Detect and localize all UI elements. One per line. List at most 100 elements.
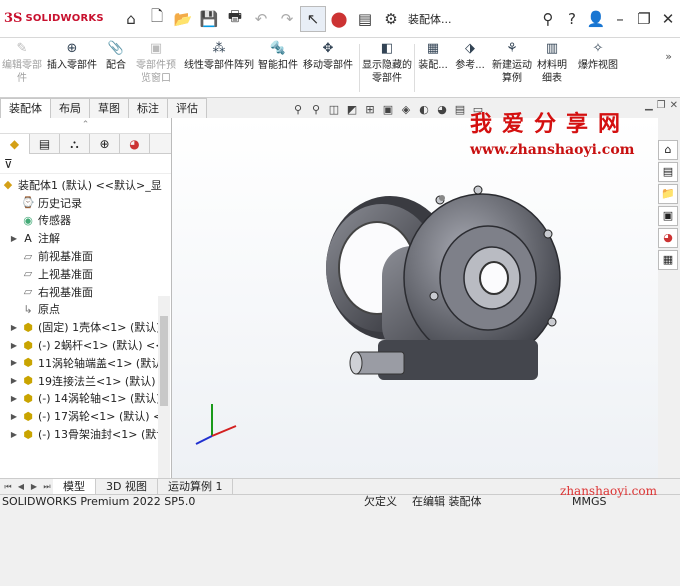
file-properties-icon[interactable]: ▤ — [352, 6, 378, 32]
search-icon[interactable]: ⚲ — [536, 6, 560, 32]
linear-pattern-button[interactable]: ⁂ 线性零部件阵列 — [182, 40, 256, 72]
tree-item[interactable]: ▶ ⬢ (固定) 1壳体<1> (默认) — [0, 318, 171, 336]
display-manager-tab-icon[interactable]: ◕ — [120, 134, 150, 154]
tab-layout[interactable]: 布局 — [50, 98, 90, 118]
bolt — [547, 317, 557, 327]
solidworks-resources-icon[interactable]: ⌂ — [658, 140, 678, 160]
panel-grip[interactable]: ⌃ — [0, 118, 171, 134]
restore-icon[interactable]: ❐ — [632, 6, 656, 32]
tree-item[interactable]: ↳ 原点 — [0, 301, 171, 319]
show-hidden-components-button[interactable]: ◧ 显示隐藏的零部件 — [362, 40, 412, 85]
tab-motion-study[interactable]: 运动算例 1 — [158, 479, 234, 494]
view-orientation-icon[interactable]: ▣ — [380, 103, 396, 116]
expand-arrow-icon[interactable]: ▶ — [8, 341, 20, 350]
tab-markup[interactable]: 标注 — [128, 98, 168, 118]
insert-component-button[interactable]: ⊕ 插入零部件 — [44, 40, 100, 72]
design-library-icon[interactable]: ▤ — [658, 162, 678, 182]
bill-of-materials-button[interactable]: ▥ 材料明细表 — [536, 40, 568, 85]
first-tab-icon[interactable]: ⏮ — [2, 481, 14, 493]
tab-model[interactable]: 模型 — [53, 479, 96, 494]
smart-fasteners-button[interactable]: 🔩 智能扣件 — [258, 40, 298, 72]
expand-arrow-icon[interactable]: ▶ — [8, 430, 20, 439]
scrollbar-thumb[interactable] — [160, 316, 168, 406]
feature-manager-tab-icon[interactable]: ◆ — [0, 134, 30, 154]
tree-item[interactable]: ▶ ⬢ (-) 2蜗杆<1> (默认) << — [0, 336, 171, 354]
home-icon[interactable]: ⌂ — [118, 6, 144, 32]
select-icon[interactable]: ↖ — [300, 5, 326, 32]
tree-item[interactable]: ▱ 右视基准面 — [0, 283, 171, 301]
next-tab-icon[interactable]: ▶ — [28, 481, 40, 493]
tree-item[interactable]: ▱ 上视基准面 — [0, 265, 171, 283]
minimize-icon[interactable]: – — [608, 6, 632, 32]
hide-show-items-icon[interactable]: ◐ — [416, 103, 432, 116]
apply-scene-icon[interactable]: ▤ — [452, 103, 468, 116]
print-icon[interactable]: 🖶 — [222, 6, 248, 32]
gear-icon[interactable]: ⚙ — [378, 6, 404, 32]
expand-arrow-icon[interactable]: ▶ — [8, 323, 20, 332]
help-icon[interactable]: ? — [560, 6, 584, 32]
display-style-icon[interactable]: ◈ — [398, 103, 414, 116]
tab-assembly[interactable]: 装配体 — [0, 98, 51, 118]
watermark-url: www.zhanshaoyi.com — [470, 142, 635, 158]
user-icon[interactable]: 👤 — [584, 6, 608, 32]
open-icon[interactable]: 📂 — [170, 6, 196, 32]
dimxpert-tab-icon[interactable]: ⊕ — [90, 134, 120, 154]
expand-arrow-icon[interactable]: ▶ — [8, 358, 20, 367]
section-view-icon[interactable]: ◩ — [344, 103, 360, 116]
appearances-icon[interactable]: ◕ — [658, 228, 678, 248]
tree-item[interactable]: ▱ 前视基准面 — [0, 247, 171, 265]
save-icon[interactable]: 💾 — [196, 6, 222, 32]
tree-filter[interactable]: ⊽ — [0, 154, 171, 174]
mate-button[interactable]: 📎 配合 — [102, 40, 130, 72]
tab-evaluate[interactable]: 评估 — [167, 98, 207, 118]
view-palette-icon[interactable]: ▣ — [658, 206, 678, 226]
expand-arrow-icon[interactable]: ▶ — [8, 234, 20, 243]
expand-arrow-icon[interactable]: ▶ — [8, 376, 20, 385]
dynamic-annotation-icon[interactable]: ⊞ — [362, 103, 378, 116]
tree-item[interactable]: ▶ ⬢ (-) 17涡轮<1> (默认) < — [0, 407, 171, 425]
reference-geometry-button[interactable]: ⬗ 参考... — [452, 40, 488, 72]
previous-view-icon[interactable]: ◫ — [326, 103, 342, 116]
viewport-close-icon[interactable]: ✕ — [670, 100, 678, 111]
zoom-area-icon[interactable]: ⚲ — [308, 103, 324, 116]
assembly-features-button[interactable]: ▦ 装配... — [416, 40, 450, 72]
tab-3d-view[interactable]: 3D 视图 — [96, 479, 158, 494]
ribbon-collapse-icon[interactable]: » — [665, 50, 672, 63]
expand-arrow-icon[interactable]: ▶ — [8, 394, 20, 403]
graphics-area[interactable] — [172, 118, 658, 478]
tree-item[interactable]: ⌚ 历史记录 — [0, 194, 171, 212]
tree-item[interactable]: ▶ ⬢ (-) 14涡轮轴<1> (默认) — [0, 390, 171, 408]
configuration-manager-tab-icon[interactable]: ⛬ — [60, 134, 90, 154]
new-motion-study-label: 新建运动算例 — [492, 60, 532, 84]
tree-scrollbar[interactable] — [158, 296, 170, 586]
close-icon[interactable]: ✕ — [656, 6, 680, 32]
zoom-to-fit-icon[interactable]: ⚲ — [290, 103, 306, 116]
traffic-light-icon[interactable]: ⬤ — [326, 6, 352, 32]
viewport-minimize-icon[interactable]: ▁ — [645, 100, 653, 111]
new-icon[interactable]: 🗋 — [144, 6, 170, 32]
viewport-restore-icon[interactable]: ❐ — [657, 100, 666, 111]
tree-item[interactable]: ◉ 传感器 — [0, 212, 171, 230]
edit-appearance-icon[interactable]: ◕ — [434, 103, 450, 116]
move-component-button[interactable]: ✥ 移动零部件 — [300, 40, 356, 72]
file-explorer-icon[interactable]: 📁 — [658, 184, 678, 204]
property-manager-tab-icon[interactable]: ▤ — [30, 134, 60, 154]
redo-icon[interactable]: ↷ — [274, 6, 300, 32]
prev-tab-icon[interactable]: ◀ — [15, 481, 27, 493]
tree-item[interactable]: ▶ ⬢ (-) 13骨架油封<1> (默认 — [0, 425, 171, 443]
tree-root[interactable]: ◆ 装配体1 (默认) <<默认>_显 — [0, 176, 171, 194]
exploded-view-button[interactable]: ✧ 爆炸视图 — [574, 40, 622, 72]
custom-properties-icon[interactable]: ▦ — [658, 250, 678, 270]
edit-component-button[interactable]: ✎ 编辑零部件 — [2, 40, 42, 85]
last-tab-icon[interactable]: ⏭ — [41, 481, 53, 493]
solidworks-logo[interactable]: 3S SOLIDWORKS — [0, 11, 118, 26]
new-motion-study-button[interactable]: ⚘ 新建运动算例 — [492, 40, 532, 85]
component-preview-button[interactable]: ▣ 零部件预览窗口 — [132, 40, 180, 85]
tab-sketch[interactable]: 草图 — [89, 98, 129, 118]
undo-icon[interactable]: ↶ — [248, 6, 274, 32]
tree-item[interactable]: ▶ A 注解 — [0, 229, 171, 247]
expand-arrow-icon[interactable]: ▶ — [8, 412, 20, 421]
gearbox-model[interactable] — [172, 118, 658, 478]
tree-item[interactable]: ▶ ⬢ 11涡轮轴端盖<1> (默认 — [0, 354, 171, 372]
tree-item[interactable]: ▶ ⬢ 19连接法兰<1> (默认) — [0, 372, 171, 390]
